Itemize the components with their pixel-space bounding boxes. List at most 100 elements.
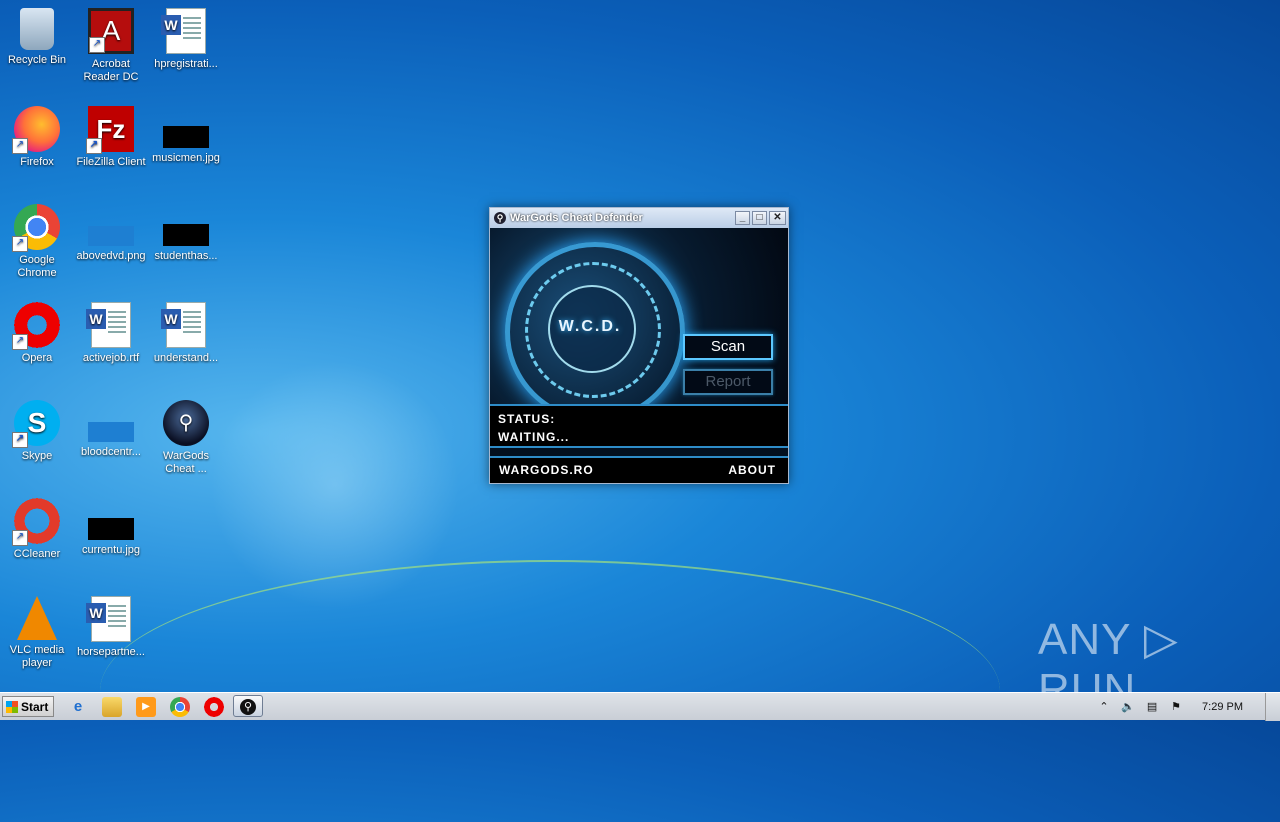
word-doc-icon: W xyxy=(161,302,206,348)
wcd-logo-text: W.C.D. xyxy=(558,318,622,335)
desktop-icon-studenthas[interactable]: studenthas... xyxy=(149,204,223,263)
taskbar: Start e ▶ ⚲ ⌃ 🔈 ▤ ⚑ 7:29 PM xyxy=(0,692,1280,721)
scan-progress-bar xyxy=(490,448,788,458)
desktop-icon-understand[interactable]: W understand... xyxy=(149,302,223,365)
status-panel: STATUS: WAITING... xyxy=(490,404,788,448)
desktop-icon-wargods[interactable]: ⚲ WarGods Cheat ... xyxy=(149,400,223,476)
wcd-banner: W.C.D. Scan Report xyxy=(490,228,788,404)
image-thumbnail-icon xyxy=(88,422,134,442)
acrobat-icon: A ↗ xyxy=(88,8,134,54)
desktop-icon-ccleaner[interactable]: ↗ CCleaner xyxy=(0,498,74,561)
word-doc-icon: W xyxy=(161,8,206,54)
desktop-icon-label: bloodcentr... xyxy=(81,446,141,458)
action-center-flag-icon[interactable]: ⚑ xyxy=(1168,699,1184,715)
desktop-icon-label: understand... xyxy=(153,352,219,364)
desktop-icon-firefox[interactable]: ↗ Firefox xyxy=(0,106,74,169)
media-player-icon[interactable]: ▶ xyxy=(136,697,156,717)
desktop-icon-label: Opera xyxy=(21,352,53,364)
image-thumbnail-icon xyxy=(163,126,209,148)
ccleaner-icon: ↗ xyxy=(12,498,60,546)
wargods-icon: ⚲ xyxy=(163,400,209,446)
show-desktop-button[interactable] xyxy=(1265,693,1280,721)
wargods-taskbar-button[interactable]: ⚲ xyxy=(233,695,263,717)
recycle-bin-icon xyxy=(20,8,54,50)
desktop-icon-label: Recycle Bin xyxy=(7,54,67,66)
filezilla-icon: Fz ↗ xyxy=(86,106,134,154)
desktop-icon-label: currentu.jpg xyxy=(81,544,141,556)
desktop-icon-activejob[interactable]: W activejob.rtf xyxy=(74,302,148,365)
volume-icon[interactable]: 🔈 xyxy=(1120,699,1136,715)
wargods-website-link[interactable]: WARGODS.RO xyxy=(499,458,594,482)
close-button[interactable]: ✕ xyxy=(769,211,786,225)
opera-icon: ↗ xyxy=(12,302,60,350)
desktop-icon-label: abovedvd.png xyxy=(76,250,146,262)
report-button[interactable]: Report xyxy=(683,369,773,395)
window-titlebar[interactable]: ⚲ WarGods Cheat Defender _ □ ✕ xyxy=(490,208,788,228)
desktop-icon-skype[interactable]: S ↗ Skype xyxy=(0,400,74,463)
shortcut-arrow-icon: ↗ xyxy=(12,334,28,350)
shortcut-arrow-icon: ↗ xyxy=(12,530,28,546)
desktop-icon-label: FileZilla Client xyxy=(76,156,146,168)
shortcut-arrow-icon: ↗ xyxy=(89,37,105,53)
shortcut-arrow-icon: ↗ xyxy=(86,138,102,154)
desktop-icon-label: studenthas... xyxy=(154,250,218,262)
internet-explorer-icon[interactable]: e xyxy=(68,697,88,717)
firefox-icon: ↗ xyxy=(12,106,60,154)
status-label: STATUS: xyxy=(498,412,556,426)
desktop-icon-label: horsepartne... xyxy=(77,646,145,658)
skype-icon: S ↗ xyxy=(12,400,60,448)
desktop-icon-abovedvd[interactable]: abovedvd.png xyxy=(74,204,148,263)
desktop-icon-currentu[interactable]: currentu.jpg xyxy=(74,498,148,557)
shortcut-arrow-icon: ↗ xyxy=(12,236,28,252)
desktop-icon-label: musicmen.jpg xyxy=(152,152,220,164)
desktop-icon-musicmen[interactable]: musicmen.jpg xyxy=(149,106,223,165)
desktop-icon-chrome[interactable]: ↗ Google Chrome xyxy=(0,204,74,280)
clock[interactable]: 7:29 PM xyxy=(1202,701,1243,713)
desktop-icon-vlc[interactable]: VLC media player xyxy=(0,596,74,670)
shortcut-arrow-icon: ↗ xyxy=(12,138,28,154)
maximize-button[interactable]: □ xyxy=(752,211,767,225)
file-explorer-icon[interactable] xyxy=(102,697,122,717)
wargods-app-icon: ⚲ xyxy=(494,212,506,224)
desktop-icon-opera[interactable]: ↗ Opera xyxy=(0,302,74,365)
desktop-icon-horsepartne[interactable]: W horsepartne... xyxy=(74,596,148,659)
system-tray: ⌃ 🔈 ▤ ⚑ 7:29 PM xyxy=(1092,693,1280,721)
network-icon[interactable]: ▤ xyxy=(1144,699,1160,715)
desktop-icon-label: WarGods Cheat ... xyxy=(162,450,210,475)
opera-taskbar-icon[interactable] xyxy=(204,697,224,717)
desktop-icon-label: Skype xyxy=(21,450,53,462)
chrome-icon: ↗ xyxy=(12,204,60,252)
desktop-icon-bloodcentr[interactable]: bloodcentr... xyxy=(74,400,148,459)
desktop-icon-acrobat[interactable]: A ↗ Acrobat Reader DC xyxy=(74,8,148,84)
wargods-taskbar-icon: ⚲ xyxy=(240,699,256,715)
desktop-icon-label: hpregistrati... xyxy=(154,58,218,70)
desktop-icon-label: Firefox xyxy=(20,156,54,168)
wargods-window: ⚲ WarGods Cheat Defender _ □ ✕ W.C.D. Sc… xyxy=(489,207,789,484)
word-doc-icon: W xyxy=(86,596,131,642)
desktop-icon-label: Acrobat Reader DC xyxy=(83,58,139,83)
status-value: WAITING... xyxy=(498,430,570,444)
desktop-icon-label: activejob.rtf xyxy=(82,352,140,364)
window-footer: WARGODS.RO ABOUT xyxy=(490,458,788,482)
start-label: Start xyxy=(21,700,49,714)
image-thumbnail-icon xyxy=(163,224,209,246)
desktop-icon-label: CCleaner xyxy=(13,548,61,560)
desktop-icon-filezilla[interactable]: Fz ↗ FileZilla Client xyxy=(74,106,148,169)
shortcut-arrow-icon: ↗ xyxy=(12,432,28,448)
vlc-icon xyxy=(17,596,57,640)
chrome-taskbar-icon[interactable] xyxy=(170,697,190,717)
show-hidden-icons-icon[interactable]: ⌃ xyxy=(1096,699,1112,715)
desktop-swoosh xyxy=(100,560,1000,822)
windows-logo-icon xyxy=(6,701,18,713)
desktop-icon-label: VLC media player xyxy=(9,644,65,669)
desktop-icon-label: Google Chrome xyxy=(17,254,57,279)
image-thumbnail-icon xyxy=(88,518,134,540)
image-thumbnail-icon xyxy=(88,226,134,246)
about-link[interactable]: ABOUT xyxy=(728,458,776,482)
scan-button[interactable]: Scan xyxy=(683,334,773,360)
window-title: WarGods Cheat Defender xyxy=(510,212,643,224)
desktop-icon-hpregistrati[interactable]: W hpregistrati... xyxy=(149,8,223,71)
minimize-button[interactable]: _ xyxy=(735,211,750,225)
desktop-icon-recycle-bin[interactable]: Recycle Bin xyxy=(0,8,74,67)
start-button[interactable]: Start xyxy=(2,696,54,717)
